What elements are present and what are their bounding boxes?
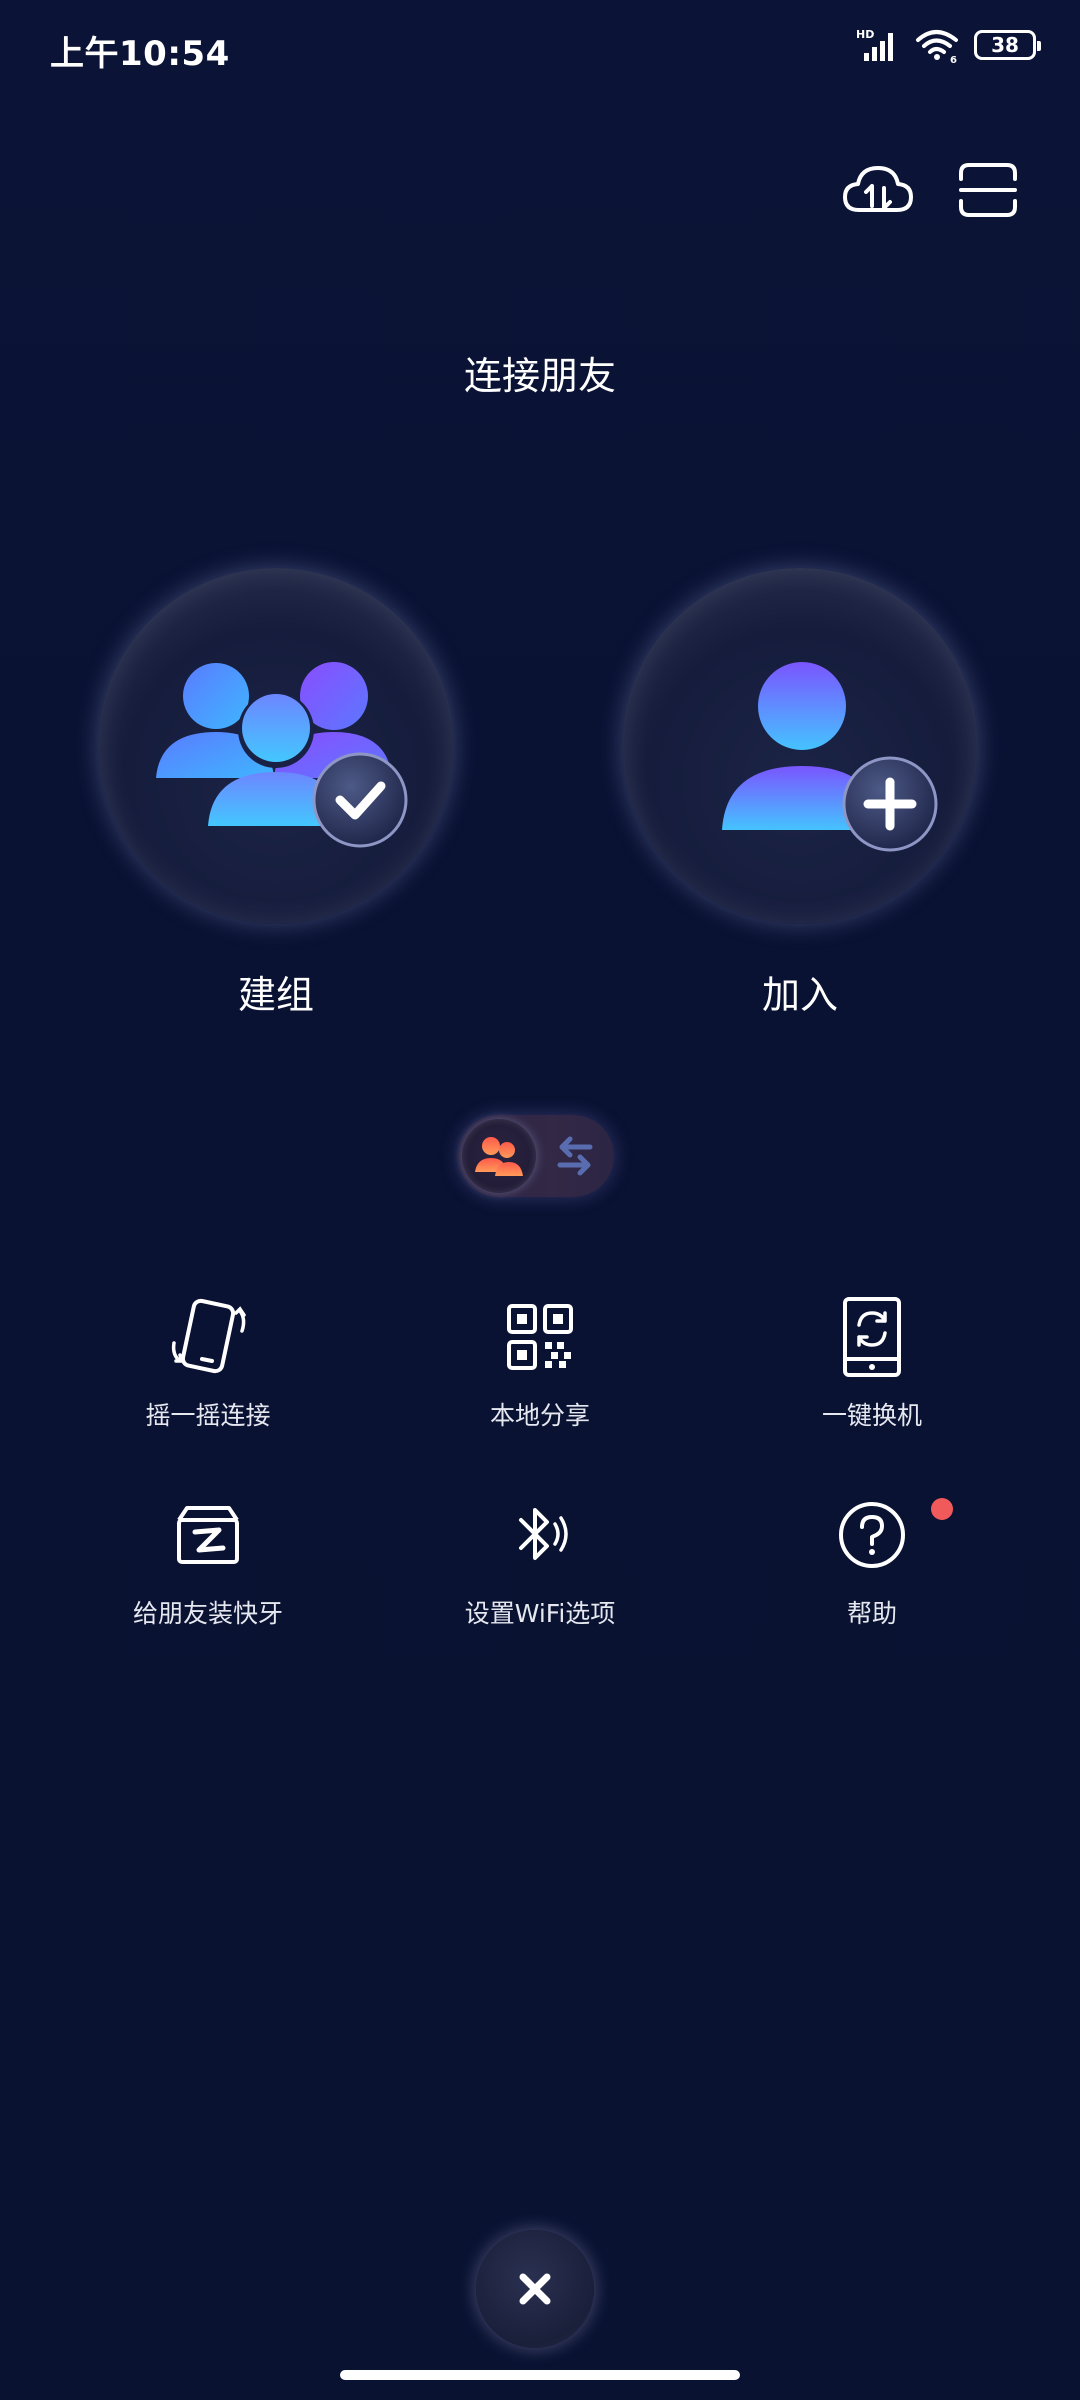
install-for-friend-item[interactable]: 给朋友装快牙 xyxy=(58,1490,358,1630)
battery-level: 38 xyxy=(991,33,1019,57)
battery-indicator: 38 xyxy=(974,30,1041,60)
group-check-icon xyxy=(156,662,408,848)
scan-icon xyxy=(959,163,1017,217)
help-label: 帮助 xyxy=(846,1599,897,1628)
local-share-label: 本地分享 xyxy=(489,1401,590,1430)
shake-phone-icon xyxy=(171,1298,246,1374)
create-group-button[interactable]: 建组 xyxy=(96,568,456,1019)
scan-button[interactable] xyxy=(948,150,1028,230)
join-label: 加入 xyxy=(761,973,838,1017)
mode-switch[interactable] xyxy=(458,1115,614,1197)
create-group-label: 建组 xyxy=(237,973,314,1017)
shake-connect-item[interactable]: 摇一摇连接 xyxy=(58,1292,358,1432)
local-share-item[interactable]: 本地分享 xyxy=(390,1292,690,1432)
swap-arrows-icon xyxy=(557,1136,593,1176)
phone-switch-item[interactable]: 一键换机 xyxy=(722,1292,1022,1432)
wifi-settings-item[interactable]: 设置WiFi选项 xyxy=(390,1490,690,1630)
cloud-transfer-icon xyxy=(843,166,913,212)
status-time: 上午10:54 xyxy=(50,34,230,74)
status-bar: 上午10:54 HD 6 38 xyxy=(0,0,1080,100)
switch-knob[interactable] xyxy=(462,1119,536,1193)
close-icon xyxy=(519,2273,551,2305)
wifi-icon: 6 xyxy=(916,30,958,64)
phone-switch-label: 一键换机 xyxy=(821,1401,922,1430)
user-add-icon xyxy=(722,662,938,852)
cellular-signal-icon: HD xyxy=(856,28,893,61)
close-button[interactable] xyxy=(476,2230,594,2348)
shake-connect-label: 摇一摇连接 xyxy=(145,1401,271,1430)
qr-code-icon xyxy=(507,1304,573,1370)
help-icon xyxy=(839,1502,905,1568)
zapya-box-icon xyxy=(177,1506,239,1564)
wifi-badge: 6 xyxy=(950,55,957,64)
wifi-settings-label: 设置WiFi选项 xyxy=(464,1599,616,1628)
notification-dot xyxy=(931,1498,953,1520)
app-screen: 上午10:54 HD 6 38 连接朋友 建组 加入 摇一摇连接 本地分享 一键… xyxy=(0,0,1080,2400)
join-button[interactable]: 加入 xyxy=(620,568,980,1019)
home-indicator[interactable] xyxy=(340,2370,740,2380)
install-for-friend-label: 给朋友装快牙 xyxy=(132,1599,283,1628)
group-users-icon xyxy=(475,1137,523,1176)
network-type-label: HD xyxy=(856,28,874,41)
bluetooth-signal-icon xyxy=(519,1508,568,1560)
help-item[interactable]: 帮助 xyxy=(722,1490,1022,1630)
create-group-orb[interactable] xyxy=(98,568,454,924)
page-title: 连接朋友 xyxy=(463,354,616,398)
phone-sync-icon xyxy=(843,1297,901,1377)
cloud-transfer-button[interactable] xyxy=(838,150,918,230)
status-icons: HD 6 38 xyxy=(856,26,1041,64)
join-orb[interactable] xyxy=(622,568,978,924)
